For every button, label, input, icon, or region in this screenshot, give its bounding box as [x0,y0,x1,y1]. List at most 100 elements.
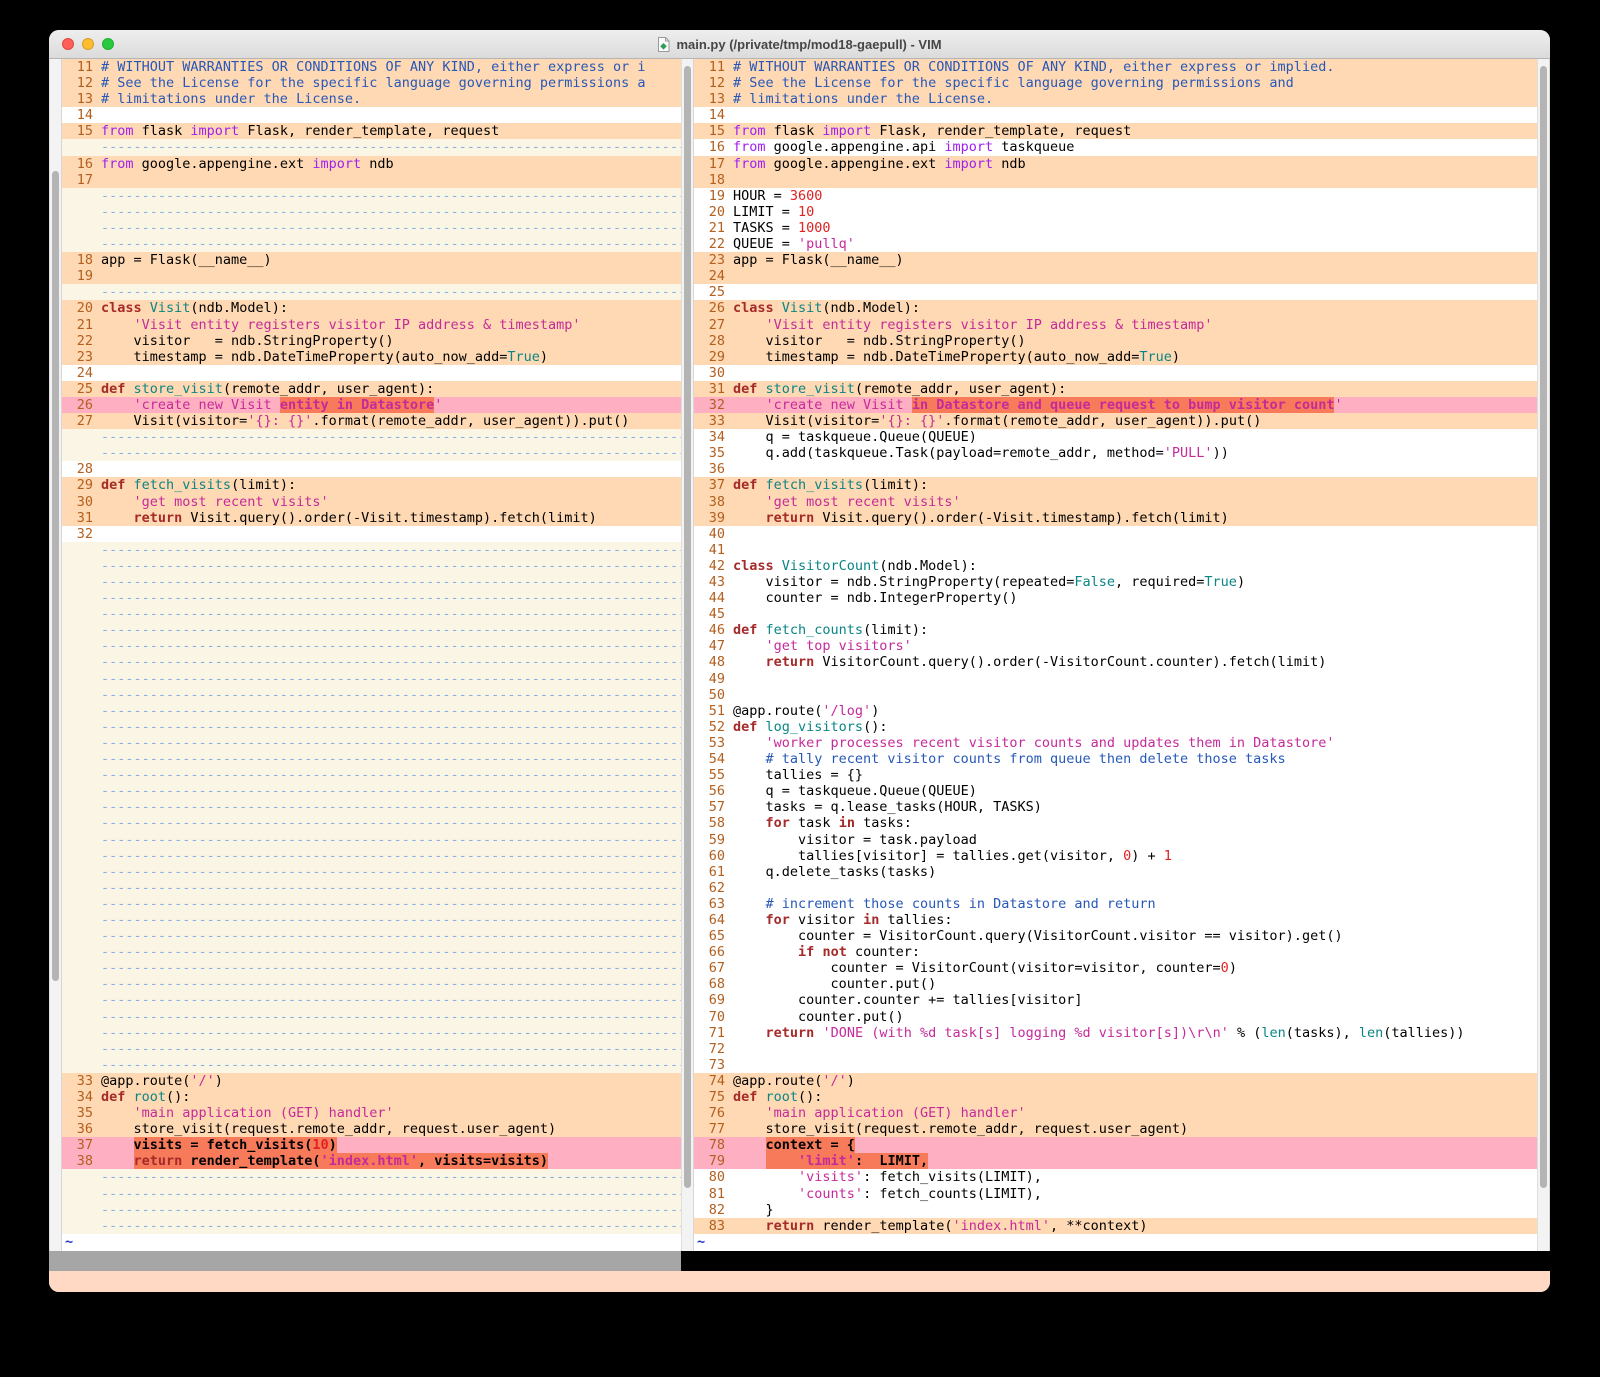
code-line-38[interactable]: 38 'get most recent visits' [694,494,1537,510]
code-line-82[interactable]: 82 } [694,1202,1537,1218]
code-line-41[interactable]: 41 [694,542,1537,558]
code-line-30[interactable]: 30 'get most recent visits' [62,494,681,510]
code-line-13[interactable]: 13# limitations under the License. [694,91,1537,107]
code-line-28[interactable]: 28 visitor = ndb.StringProperty() [694,333,1537,349]
code-line-63[interactable]: 63 # increment those counts in Datastore… [694,896,1537,912]
code-line-20[interactable]: 20class Visit(ndb.Model): [62,300,681,316]
titlebar[interactable]: main.py (/private/tmp/mod18-gaepull) - V… [49,30,1550,59]
code-line-83[interactable]: 83 return render_template('index.html', … [694,1218,1537,1234]
code-line-35[interactable]: 35 'main application (GET) handler' [62,1105,681,1121]
right-pane[interactable]: 11# WITHOUT WARRANTIES OR CONDITIONS OF … [694,59,1537,1251]
code-line-60[interactable]: 60 tallies[visitor] = tallies.get(visito… [694,848,1537,864]
code-line-29[interactable]: 29 timestamp = ndb.DateTimeProperty(auto… [694,349,1537,365]
code-line-22[interactable]: 22QUEUE = 'pullq' [694,236,1537,252]
code-line-38[interactable]: 38 return render_template('index.html', … [62,1153,681,1169]
code-line-34[interactable]: 34 q = taskqueue.Queue(QUEUE) [694,429,1537,445]
code-line-31[interactable]: 31def store_visit(remote_addr, user_agen… [694,381,1537,397]
code-line-43[interactable]: 43 visitor = ndb.StringProperty(repeated… [694,574,1537,590]
code-line-19[interactable]: 19HOUR = 3600 [694,188,1537,204]
code-line-57[interactable]: 57 tasks = q.lease_tasks(HOUR, TASKS) [694,799,1537,815]
code-line-28[interactable]: 28 [62,461,681,477]
code-line-23[interactable]: 23 timestamp = ndb.DateTimeProperty(auto… [62,349,681,365]
code-line-73[interactable]: 73 [694,1057,1537,1073]
close-button[interactable] [62,38,74,50]
left-pane[interactable]: 11# WITHOUT WARRANTIES OR CONDITIONS OF … [62,59,681,1251]
code-line-26[interactable]: 26class Visit(ndb.Model): [694,300,1537,316]
code-line-26[interactable]: 26 'create new Visit entity in Datastore… [62,397,681,413]
code-line-55[interactable]: 55 tallies = {} [694,767,1537,783]
code-line-61[interactable]: 61 q.delete_tasks(tasks) [694,864,1537,880]
code-line-45[interactable]: 45 [694,606,1537,622]
code-line-16[interactable]: 16from google.appengine.ext import ndb [62,156,681,172]
code-line-12[interactable]: 12# See the License for the specific lan… [694,75,1537,91]
code-line-81[interactable]: 81 'counts': fetch_counts(LIMIT), [694,1186,1537,1202]
code-line-15[interactable]: 15from flask import Flask, render_templa… [62,123,681,139]
left-pane-scrollbar[interactable] [49,59,62,1251]
code-line-71[interactable]: 71 return 'DONE (with %d task[s] logging… [694,1025,1537,1041]
code-line-76[interactable]: 76 'main application (GET) handler' [694,1105,1537,1121]
code-line-13[interactable]: 13# limitations under the License. [62,91,681,107]
code-line-22[interactable]: 22 visitor = ndb.StringProperty() [62,333,681,349]
window-right-scrollbar[interactable] [1537,59,1550,1251]
code-line-74[interactable]: 74@app.route('/') [694,1073,1537,1089]
code-line-32[interactable]: 32 [62,526,681,542]
code-line-58[interactable]: 58 for task in tasks: [694,815,1537,831]
code-line-42[interactable]: 42class VisitorCount(ndb.Model): [694,558,1537,574]
code-line-48[interactable]: 48 return VisitorCount.query().order(-Vi… [694,654,1537,670]
code-line-27[interactable]: 27 'Visit entity registers visitor IP ad… [694,317,1537,333]
code-line-75[interactable]: 75def root(): [694,1089,1537,1105]
code-line-66[interactable]: 66 if not counter: [694,944,1537,960]
left-pane-scrollbar-thumb[interactable] [52,171,59,981]
code-line-19[interactable]: 19 [62,268,681,284]
code-line-30[interactable]: 30 [694,365,1537,381]
code-line-31[interactable]: 31 return Visit.query().order(-Visit.tim… [62,510,681,526]
code-line-59[interactable]: 59 visitor = task.payload [694,832,1537,848]
code-line-52[interactable]: 52def log_visitors(): [694,719,1537,735]
code-line-47[interactable]: 47 'get top visitors' [694,638,1537,654]
code-line-24[interactable]: 24 [694,268,1537,284]
code-line-70[interactable]: 70 counter.put() [694,1009,1537,1025]
code-line-20[interactable]: 20LIMIT = 10 [694,204,1537,220]
code-line-11[interactable]: 11# WITHOUT WARRANTIES OR CONDITIONS OF … [694,59,1537,75]
code-line-49[interactable]: 49 [694,671,1537,687]
code-line-46[interactable]: 46def fetch_counts(limit): [694,622,1537,638]
code-line-78[interactable]: 78 context = { [694,1137,1537,1153]
code-line-14[interactable]: 14 [694,107,1537,123]
code-line-24[interactable]: 24 [62,365,681,381]
right-pane-left-scrollbar-thumb[interactable] [684,66,691,1188]
code-line-15[interactable]: 15from flask import Flask, render_templa… [694,123,1537,139]
code-line-44[interactable]: 44 counter = ndb.IntegerProperty() [694,590,1537,606]
code-line-25[interactable]: 25def store_visit(remote_addr, user_agen… [62,381,681,397]
window-right-scrollbar-thumb[interactable] [1540,66,1547,1188]
code-line-37[interactable]: 37def fetch_visits(limit): [694,477,1537,493]
code-line-79[interactable]: 79 'limit': LIMIT, [694,1153,1537,1169]
code-line-33[interactable]: 33 Visit(visitor='{}: {}'.format(remote_… [694,413,1537,429]
code-line-51[interactable]: 51@app.route('/log') [694,703,1537,719]
code-line-69[interactable]: 69 counter.counter += tallies[visitor] [694,992,1537,1008]
code-line-37[interactable]: 37 visits = fetch_visits(10) [62,1137,681,1153]
code-line-14[interactable]: 14 [62,107,681,123]
code-line-21[interactable]: 21 'Visit entity registers visitor IP ad… [62,317,681,333]
code-line-16[interactable]: 16from google.appengine.api import taskq… [694,139,1537,155]
code-line-23[interactable]: 23app = Flask(__name__) [694,252,1537,268]
code-line-12[interactable]: 12# See the License for the specific lan… [62,75,681,91]
code-line-35[interactable]: 35 q.add(taskqueue.Task(payload=remote_a… [694,445,1537,461]
code-line-40[interactable]: 40 [694,526,1537,542]
code-line-72[interactable]: 72 [694,1041,1537,1057]
code-line-17[interactable]: 17 [62,172,681,188]
code-line-17[interactable]: 17from google.appengine.ext import ndb [694,156,1537,172]
command-line[interactable] [49,1271,1550,1292]
code-line-29[interactable]: 29def fetch_visits(limit): [62,477,681,493]
code-line-62[interactable]: 62 [694,880,1537,896]
code-line-53[interactable]: 53 'worker processes recent visitor coun… [694,735,1537,751]
right-pane-left-scrollbar[interactable] [681,59,694,1251]
code-line-32[interactable]: 32 'create new Visit in Datastore and qu… [694,397,1537,413]
code-line-80[interactable]: 80 'visits': fetch_visits(LIMIT), [694,1169,1537,1185]
code-line-68[interactable]: 68 counter.put() [694,976,1537,992]
code-line-39[interactable]: 39 return Visit.query().order(-Visit.tim… [694,510,1537,526]
code-line-33[interactable]: 33@app.route('/') [62,1073,681,1089]
code-line-11[interactable]: 11# WITHOUT WARRANTIES OR CONDITIONS OF … [62,59,681,75]
code-line-65[interactable]: 65 counter = VisitorCount.query(VisitorC… [694,928,1537,944]
code-line-18[interactable]: 18 [694,172,1537,188]
code-line-18[interactable]: 18app = Flask(__name__) [62,252,681,268]
